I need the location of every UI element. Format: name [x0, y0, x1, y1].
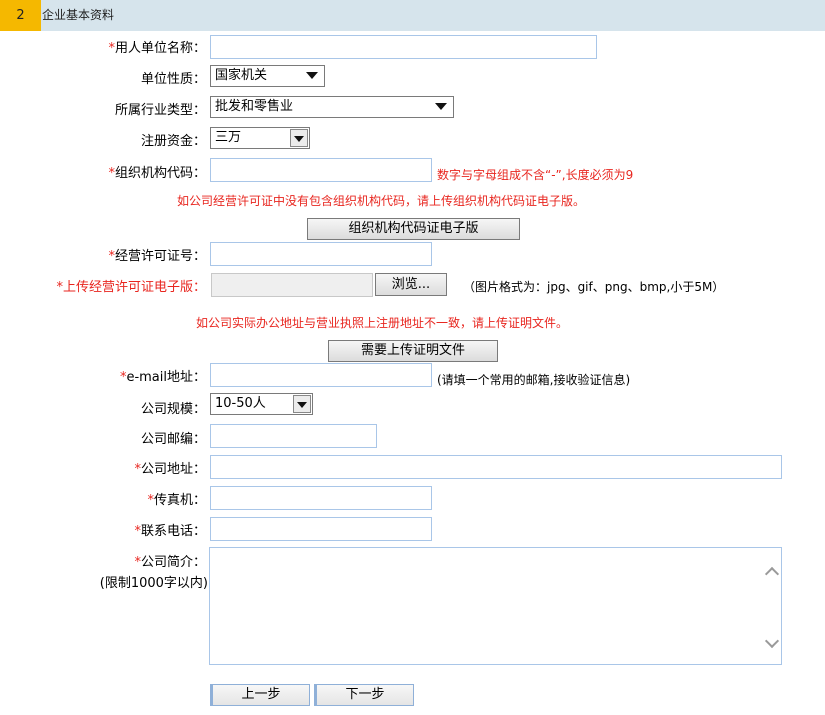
proof-upload-button[interactable]: 需要上传证明文件 — [328, 340, 498, 362]
scroll-up-icon[interactable] — [764, 566, 780, 582]
chevron-down-icon — [293, 395, 311, 413]
phone-label-text: 联系电话： — [140, 524, 206, 539]
unit-nature-select[interactable]: 国家机关 — [210, 65, 325, 87]
fax-input[interactable] — [210, 486, 432, 510]
company-size-value: 10-50人 — [215, 396, 266, 411]
chevron-down-icon — [435, 103, 447, 110]
unit-nature-value: 国家机关 — [215, 68, 268, 83]
unit-nature-label: 单位性质： — [140, 72, 206, 87]
intro-label-text: 公司简介： — [140, 555, 206, 570]
license-no-input[interactable] — [210, 242, 432, 266]
fax-label-text: 传真机： — [153, 493, 206, 508]
license-upload-label-text: 上传经营许可证电子版： — [62, 280, 206, 295]
company-address-label: *公司地址： — [6, 458, 206, 477]
next-step-button[interactable]: 下一步 — [314, 684, 414, 706]
browse-button[interactable]: 浏览... — [375, 273, 447, 296]
email-hint: (请填一个常用的邮箱,接收验证信息) — [437, 373, 631, 387]
intro-textarea[interactable] — [209, 547, 782, 665]
industry-value: 批发和零售业 — [215, 99, 294, 114]
license-file-path[interactable] — [211, 273, 373, 297]
industry-select[interactable]: 批发和零售业 — [210, 96, 454, 118]
chevron-down-icon — [306, 72, 318, 79]
company-size-select[interactable]: 10-50人 — [210, 393, 313, 415]
org-notice: 如公司经营许可证中没有包含组织机构代码，请上传组织机构代码证电子版。 — [177, 194, 586, 208]
capital-select[interactable]: 三万 — [210, 127, 310, 149]
email-input[interactable] — [210, 363, 432, 387]
org-code-input[interactable] — [210, 158, 432, 182]
postcode-label: 公司邮编： — [140, 432, 206, 447]
email-label: *e-mail地址： — [6, 366, 206, 385]
license-upload-label: *上传经营许可证电子版： — [6, 276, 206, 295]
phone-label: *联系电话： — [6, 520, 206, 539]
employer-name-label: *用人单位名称： — [6, 37, 206, 56]
prev-step-button[interactable]: 上一步 — [210, 684, 310, 706]
postcode-input[interactable] — [210, 424, 377, 448]
company-address-input[interactable] — [210, 455, 782, 479]
phone-input[interactable] — [210, 517, 432, 541]
license-no-label-text: 经营许可证号： — [114, 249, 206, 264]
license-upload-hint: （图片格式为：jpg、gif、png、bmp,小于5M） — [463, 280, 725, 294]
chevron-down-icon — [290, 129, 308, 147]
fax-label: *传真机： — [6, 489, 206, 508]
email-label-text: e-mail地址： — [126, 370, 206, 385]
license-no-label: *经营许可证号： — [6, 245, 206, 264]
capital-label: 注册资金： — [140, 134, 206, 149]
org-code-label-text: 组织机构代码： — [114, 166, 206, 181]
company-address-label-text: 公司地址： — [140, 462, 206, 477]
intro-label: *公司简介： — [6, 551, 206, 570]
org-code-hint: 数字与字母组成不含“-”,长度必须为9 — [437, 168, 634, 182]
org-code-upload-button[interactable]: 组织机构代码证电子版 — [307, 218, 520, 240]
intro-limit-label: (限制1000字以内) — [99, 576, 208, 591]
scroll-down-icon[interactable] — [764, 633, 780, 649]
section-number: 2 — [0, 0, 41, 31]
address-notice: 如公司实际办公地址与营业执照上注册地址不一致，请上传证明文件。 — [196, 316, 569, 330]
section-header — [0, 0, 825, 31]
employer-name-input[interactable] — [210, 35, 597, 59]
company-size-label: 公司规模： — [140, 402, 206, 417]
capital-value: 三万 — [215, 130, 242, 145]
employer-name-label-text: 用人单位名称： — [114, 41, 206, 56]
section-title: 企业基本资料 — [42, 8, 115, 22]
org-code-label: *组织机构代码： — [6, 162, 206, 181]
industry-label: 所属行业类型： — [114, 103, 206, 118]
